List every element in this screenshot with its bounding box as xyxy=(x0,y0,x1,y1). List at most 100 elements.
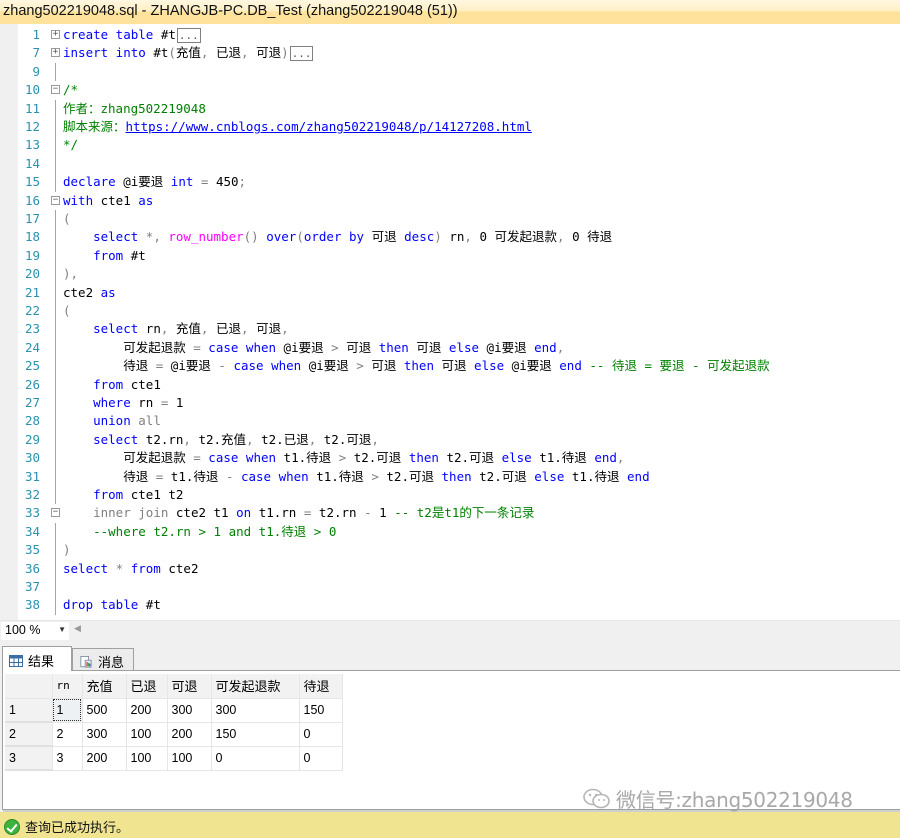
code-line[interactable]: 18 select *, row_number() over(order by … xyxy=(0,228,900,247)
grid-cell[interactable]: 150 xyxy=(299,698,343,723)
code-token: rn xyxy=(138,321,161,337)
row-header[interactable]: 2 xyxy=(5,722,53,747)
code-line[interactable]: 7 + insert into #t(充值, 已退, 可退)... xyxy=(0,44,900,62)
code-line[interactable]: 35) xyxy=(0,541,900,560)
results-grid[interactable]: rn 充值 已退 可退 可发起退款 待退 1 1 500 200 300 300 150 2 2… xyxy=(5,674,343,771)
code-line[interactable]: 25 待退 = @i要退 - case when @i要退 > 可退 then … xyxy=(0,357,900,376)
code-line[interactable]: 19 from #t xyxy=(0,246,900,266)
column-header[interactable]: rn xyxy=(52,674,83,699)
outline-guide xyxy=(55,302,56,321)
grid-cell[interactable]: 100 xyxy=(126,722,168,747)
expand-region-icon[interactable]: + xyxy=(51,30,60,39)
grid-cell[interactable]: 300 xyxy=(82,722,127,747)
grid-cell[interactable]: 0 xyxy=(211,746,300,771)
column-header[interactable]: 已退 xyxy=(126,674,168,699)
grid-cell[interactable]: 100 xyxy=(167,746,212,771)
code-line[interactable]: 13 */ xyxy=(0,136,900,155)
tab-results[interactable]: 结果 xyxy=(2,646,72,671)
grid-cell[interactable]: 1 xyxy=(52,698,83,723)
code-line[interactable]: 16 − with cte1 as xyxy=(0,192,900,210)
status-bar: 查询已成功执行。 xyxy=(0,812,900,838)
code-line[interactable]: 15 declare @i要退 int = 450; xyxy=(0,173,900,192)
collapsed-region-marker[interactable]: ... xyxy=(176,28,201,43)
code-token: t2.可退 xyxy=(353,450,409,466)
outline-guide xyxy=(55,541,56,560)
grid-corner-header[interactable] xyxy=(5,674,53,699)
code-line[interactable]: 28 union all xyxy=(0,412,900,431)
code-line[interactable]: 9 xyxy=(0,62,900,82)
code-token: , xyxy=(616,450,625,466)
code-line[interactable]: 22 ( xyxy=(0,302,900,321)
code-line[interactable]: 17 ( xyxy=(0,210,900,229)
grid-cell[interactable]: 300 xyxy=(167,698,212,723)
chevron-down-icon: ▼ xyxy=(58,625,66,634)
code-token: cte2 xyxy=(63,284,101,300)
code-token: , xyxy=(556,339,565,355)
code-token: cte2 xyxy=(160,560,199,576)
line-number: 23 xyxy=(24,321,40,337)
code-line[interactable]: 26 from cte1 xyxy=(0,375,900,394)
line-number: 32 xyxy=(24,487,40,502)
code-line[interactable]: 11 作者：zhang502219048 xyxy=(0,99,900,118)
zoom-level-select[interactable]: 100 % ▼ xyxy=(1,622,69,640)
sql-editor[interactable]: 1 + create table #t... 7 + insert into #t(充值,… xyxy=(0,24,900,620)
code-line[interactable]: 37 xyxy=(0,578,900,597)
code-token: > xyxy=(371,468,387,484)
grid-cell[interactable]: 500 xyxy=(82,698,127,723)
code-line[interactable]: 27 where rn = 1 xyxy=(0,394,900,413)
line-number: 15 xyxy=(24,174,40,190)
grid-cell[interactable]: 150 xyxy=(211,722,300,747)
code-line[interactable]: 38 drop table #t xyxy=(0,596,900,615)
column-header[interactable]: 可发起退款 xyxy=(211,674,300,699)
code-line[interactable]: 10 −/* xyxy=(0,81,900,99)
code-token: select xyxy=(93,321,139,337)
code-line[interactable]: 34 --where t2.rn > 1 and t1.待退 > 0 xyxy=(0,522,900,542)
grid-cell[interactable]: 2 xyxy=(52,722,83,747)
tab-messages[interactable]: 消息 xyxy=(72,648,134,671)
code-line[interactable]: 32 from cte1 t2 xyxy=(0,486,900,505)
code-token: 可退 xyxy=(256,321,282,337)
column-header[interactable]: 待退 xyxy=(299,674,343,699)
collapse-region-icon[interactable]: − xyxy=(51,195,60,205)
expand-region-icon[interactable]: + xyxy=(51,48,60,58)
grid-cell[interactable]: 0 xyxy=(299,746,343,771)
hyperlink[interactable]: https://www.cnblogs.com/zhang502219048/p… xyxy=(126,119,532,134)
collapsed-region-marker[interactable]: ... xyxy=(289,46,314,62)
row-header[interactable]: 1 xyxy=(5,698,53,723)
grid-cell[interactable]: 3 xyxy=(52,746,83,771)
column-header[interactable]: 可退 xyxy=(167,674,212,699)
code-line[interactable]: 30 可发起退款 = case when t1.待退 > t2.可退 then … xyxy=(0,449,900,468)
table-row[interactable]: 1 1 500 200 300 300 150 xyxy=(5,698,343,723)
grid-cell[interactable]: 200 xyxy=(126,698,168,723)
grid-cell[interactable]: 300 xyxy=(211,698,300,723)
column-header[interactable]: 充值 xyxy=(82,674,127,699)
code-line[interactable]: 20), xyxy=(0,265,900,284)
grid-cell[interactable]: 0 xyxy=(299,722,343,747)
row-header[interactable]: 3 xyxy=(5,746,53,771)
code-line[interactable]: 33 − inner join cte2 t1 on t1.rn = t2.rn … xyxy=(0,504,900,522)
code-line[interactable]: 23 select rn, 充值, 已退, 可退, xyxy=(0,320,900,339)
code-line[interactable]: 24 可发起退款 = case when @i要退 > 可退 then 可退 e… xyxy=(0,338,900,358)
scroll-left-arrow-icon[interactable]: ◀ xyxy=(74,624,81,634)
collapse-region-icon[interactable]: − xyxy=(51,85,60,95)
code-line[interactable]: 21 cte2 as xyxy=(0,283,900,302)
code-token: , xyxy=(241,321,257,337)
tab-messages-label: 消息 xyxy=(98,656,125,671)
code-token: case when xyxy=(233,358,302,374)
table-row[interactable]: 3 3 200 100 100 0 0 xyxy=(5,746,343,771)
code-text: 待退 = @i要退 - case when @i要退 > 可退 then 可退 … xyxy=(63,357,769,375)
code-line[interactable]: 31 待退 = t1.待退 - case when t1.待退 > t2.可退 … xyxy=(0,467,900,486)
code-line[interactable]: 1 + create table #t... xyxy=(0,26,900,44)
table-row[interactable]: 2 2 300 100 200 150 0 xyxy=(5,722,343,747)
code-text: where rn = 1 xyxy=(63,394,183,412)
collapse-region-icon[interactable]: − xyxy=(51,508,60,518)
code-line[interactable]: 36 select * from cte2 xyxy=(0,559,900,578)
code-token: 450 xyxy=(215,174,239,190)
grid-cell[interactable]: 100 xyxy=(126,746,168,771)
code-line[interactable]: 14 xyxy=(0,154,900,174)
code-line[interactable]: 12 脚本来源：https://www.cnblogs.com/zhang5022… xyxy=(0,118,900,137)
code-line[interactable]: 29 select t2.rn, t2.充值, t2.已退, t2.可退, xyxy=(0,430,900,450)
grid-cell[interactable]: 200 xyxy=(167,722,212,747)
grid-cell[interactable]: 200 xyxy=(82,746,127,771)
